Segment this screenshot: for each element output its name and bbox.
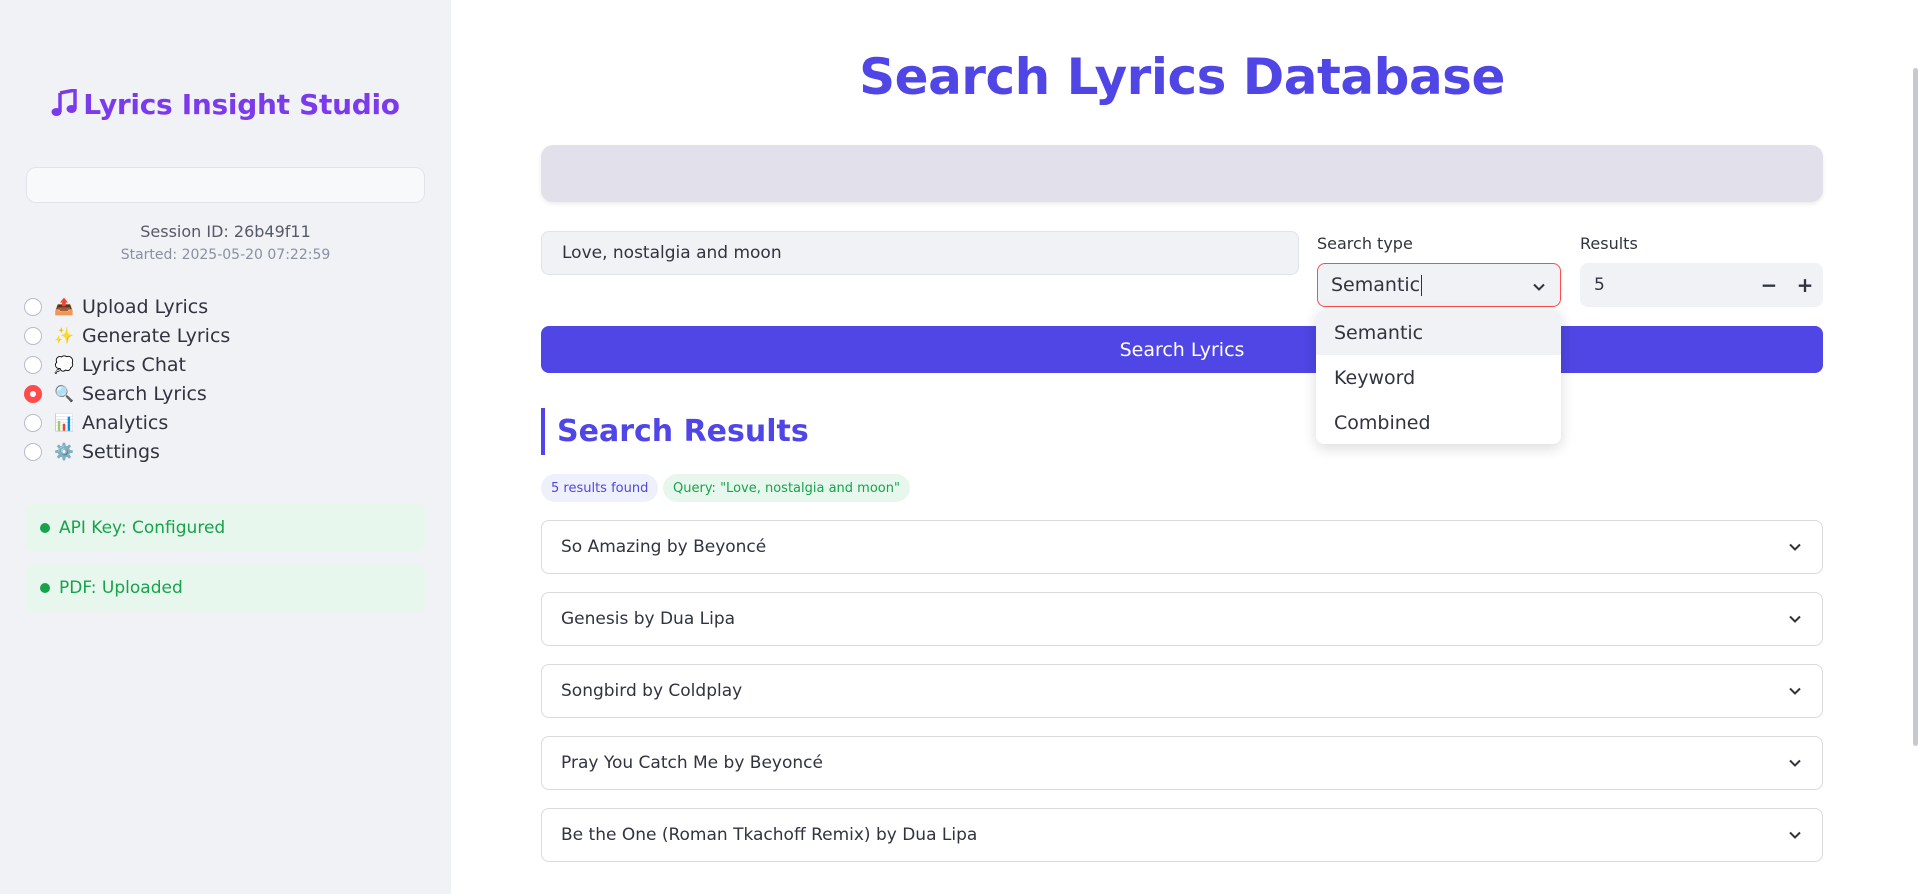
nav-label: Generate Lyrics bbox=[82, 324, 231, 347]
magnifier-icon: 🔍 bbox=[54, 384, 74, 403]
result-expander[interactable]: Genesis by Dua Lipa bbox=[541, 592, 1823, 646]
status-label: API Key: Configured bbox=[59, 518, 226, 538]
status-api-key: API Key: Configured bbox=[26, 504, 425, 552]
dropdown-option-keyword[interactable]: Keyword bbox=[1316, 355, 1561, 400]
nav-label: Analytics bbox=[82, 411, 169, 434]
search-type-label: Search type bbox=[1317, 234, 1413, 253]
result-title: Genesis by Dua Lipa bbox=[561, 609, 736, 629]
decrement-button[interactable]: − bbox=[1751, 263, 1787, 307]
nav-item-upload-lyrics[interactable]: 📤 Upload Lyrics bbox=[24, 292, 230, 321]
nav-item-search-lyrics[interactable]: 🔍 Search Lyrics bbox=[24, 379, 230, 408]
search-type-value: Semantic bbox=[1331, 274, 1421, 296]
search-type-dropdown: Semantic Keyword Combined bbox=[1316, 310, 1561, 444]
results-stepper[interactable]: 5 − + bbox=[1580, 263, 1823, 307]
sidebar: Lyrics Insight Studio Session ID: 26b49f… bbox=[0, 0, 451, 894]
chevron-down-icon[interactable] bbox=[1788, 539, 1802, 559]
chevron-down-icon[interactable] bbox=[1788, 683, 1802, 703]
results-heading: Search Results bbox=[541, 408, 809, 455]
app-brand: Lyrics Insight Studio bbox=[0, 87, 451, 121]
status-label: PDF: Uploaded bbox=[59, 578, 183, 598]
nav-item-analytics[interactable]: 📊 Analytics bbox=[24, 408, 230, 437]
outbox-icon: 📤 bbox=[54, 297, 74, 316]
increment-button[interactable]: + bbox=[1787, 263, 1823, 307]
radio-button-selected[interactable] bbox=[24, 384, 42, 403]
result-expander[interactable]: Pray You Catch Me by Beyoncé bbox=[541, 736, 1823, 790]
gear-icon: ⚙️ bbox=[54, 442, 74, 461]
result-expander[interactable]: Be the One (Roman Tkachoff Remix) by Dua… bbox=[541, 808, 1823, 862]
nav-item-lyrics-chat[interactable]: 💭 Lyrics Chat bbox=[24, 350, 230, 379]
page-scrollbar[interactable] bbox=[1913, 68, 1918, 746]
result-title: So Amazing by Beyoncé bbox=[561, 537, 767, 557]
search-input[interactable]: Love, nostalgia and moon bbox=[541, 231, 1299, 275]
nav-label: Lyrics Chat bbox=[82, 353, 186, 376]
search-type-select[interactable]: Semantic bbox=[1317, 263, 1561, 307]
result-expander[interactable]: So Amazing by Beyoncé bbox=[541, 520, 1823, 574]
session-id: Session ID: 26b49f11 bbox=[140, 222, 311, 241]
radio-button[interactable] bbox=[24, 326, 42, 345]
result-expander[interactable]: Songbird by Coldplay bbox=[541, 664, 1823, 718]
radio-button[interactable] bbox=[24, 413, 42, 432]
dropdown-option-semantic[interactable]: Semantic bbox=[1316, 310, 1561, 355]
result-title: Songbird by Coldplay bbox=[561, 681, 743, 701]
dropdown-option-combined[interactable]: Combined bbox=[1316, 400, 1561, 445]
brand-label: Lyrics Insight Studio bbox=[83, 88, 400, 121]
nav-item-generate-lyrics[interactable]: ✨ Generate Lyrics bbox=[24, 321, 230, 350]
session-started: Started: 2025-05-20 07:22:59 bbox=[120, 247, 331, 263]
music-note-icon bbox=[51, 87, 78, 121]
sidebar-input[interactable] bbox=[26, 167, 425, 203]
nav-item-settings[interactable]: ⚙️ Settings bbox=[24, 437, 230, 466]
results-label: Results bbox=[1580, 234, 1638, 253]
page-title: Search Lyrics Database bbox=[859, 48, 1505, 106]
chevron-down-icon[interactable] bbox=[1788, 827, 1802, 847]
status-dot-icon bbox=[40, 583, 50, 593]
search-lyrics-button[interactable]: Search Lyrics bbox=[541, 326, 1823, 373]
text-cursor bbox=[1421, 274, 1423, 296]
sparkles-icon: ✨ bbox=[54, 326, 74, 345]
nav-label: Settings bbox=[82, 440, 160, 463]
bar-chart-icon: 📊 bbox=[54, 413, 74, 432]
results-value: 5 bbox=[1594, 275, 1605, 295]
chevron-down-icon[interactable] bbox=[1788, 755, 1802, 775]
result-title: Pray You Catch Me by Beyoncé bbox=[561, 753, 823, 773]
query-badge: Query: "Love, nostalgia and moon" bbox=[663, 474, 910, 502]
chevron-down-icon[interactable] bbox=[1788, 611, 1802, 631]
results-count-badge: 5 results found bbox=[541, 474, 659, 502]
nav-label: Upload Lyrics bbox=[82, 295, 209, 318]
radio-button[interactable] bbox=[24, 355, 42, 374]
thought-bubble-icon: 💭 bbox=[54, 355, 74, 374]
nav-label: Search Lyrics bbox=[82, 382, 207, 405]
status-dot-icon bbox=[40, 523, 50, 533]
sidebar-nav: 📤 Upload Lyrics ✨ Generate Lyrics 💭 Lyri… bbox=[24, 292, 230, 466]
result-title: Be the One (Roman Tkachoff Remix) by Dua… bbox=[561, 825, 978, 845]
info-banner bbox=[541, 145, 1823, 202]
status-pdf: PDF: Uploaded bbox=[26, 564, 425, 612]
chevron-down-icon[interactable] bbox=[1532, 277, 1546, 299]
radio-button[interactable] bbox=[24, 297, 42, 316]
radio-button[interactable] bbox=[24, 442, 42, 461]
